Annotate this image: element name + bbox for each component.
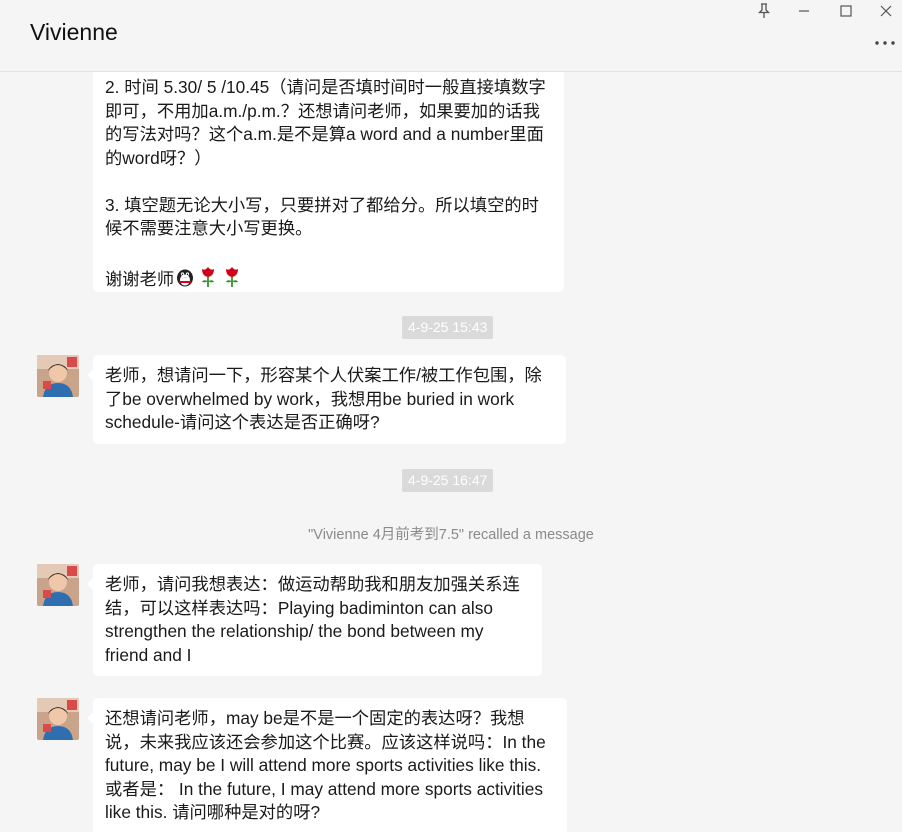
minimize-button[interactable] — [784, 0, 824, 22]
maximize-icon — [840, 5, 852, 17]
message-text: 老师，想请问一下，形容某个人伏案工作/被工作包围，除了be overwhelme… — [105, 365, 542, 432]
title-bar: Vivienne — [0, 0, 902, 72]
message-text-part: 3. 填空题无论大小写，只要拼对了都给分。所以填空的时候不需要注意大小写更换。 — [105, 194, 539, 239]
chat-title: Vivienne — [30, 19, 118, 45]
message-text-part: 谢谢老师 — [105, 269, 175, 289]
more-icon — [875, 41, 895, 45]
avatar[interactable] — [37, 355, 79, 397]
message-bubble[interactable]: 2. 时间 5.30/ 5 /10.45（请问是否填时间时一般直接填数字即可，不… — [93, 72, 564, 292]
close-icon — [880, 5, 892, 17]
maximize-button[interactable] — [826, 0, 866, 22]
more-options-button[interactable] — [872, 34, 898, 52]
pin-button[interactable] — [744, 0, 784, 22]
chat-history[interactable]: 2. 时间 5.30/ 5 /10.45（请问是否填时间时一般直接填数字即可，不… — [0, 72, 902, 832]
pin-icon — [757, 3, 771, 18]
message-timestamp: 4-9-25 15:43 — [402, 316, 494, 339]
message-text: 老师，请问我想表达：做运动帮助我和朋友加强关系连结，可以这样表达吗：Playin… — [105, 574, 520, 665]
minimize-icon — [799, 10, 809, 12]
avatar[interactable] — [37, 698, 79, 740]
message-bubble[interactable]: 老师，请问我想表达：做运动帮助我和朋友加强关系连结，可以这样表达吗：Playin… — [87, 564, 542, 676]
message-text: 还想请问老师，may be是不是一个固定的表达呀？我想说，未来我应该还会参加这个… — [105, 708, 546, 822]
message-text-part: 2. 时间 5.30/ 5 /10.45（请问是否填时间时一般直接填数字即可，不… — [105, 77, 546, 168]
message-bubble[interactable]: 老师，想请问一下，形容某个人伏案工作/被工作包围，除了be overwhelme… — [87, 355, 566, 444]
qq-penguin-emoji — [174, 266, 196, 295]
message-timestamp: 4-9-25 16:47 — [402, 469, 494, 492]
avatar[interactable] — [37, 564, 79, 606]
close-button[interactable] — [866, 0, 902, 22]
rose-emoji — [220, 264, 244, 295]
recall-notice: "Vivienne 4月前考到7.5" recalled a message — [308, 527, 594, 543]
rose-emoji — [196, 264, 220, 295]
message-bubble[interactable]: 还想请问老师，may be是不是一个固定的表达呀？我想说，未来我应该还会参加这个… — [87, 698, 567, 832]
